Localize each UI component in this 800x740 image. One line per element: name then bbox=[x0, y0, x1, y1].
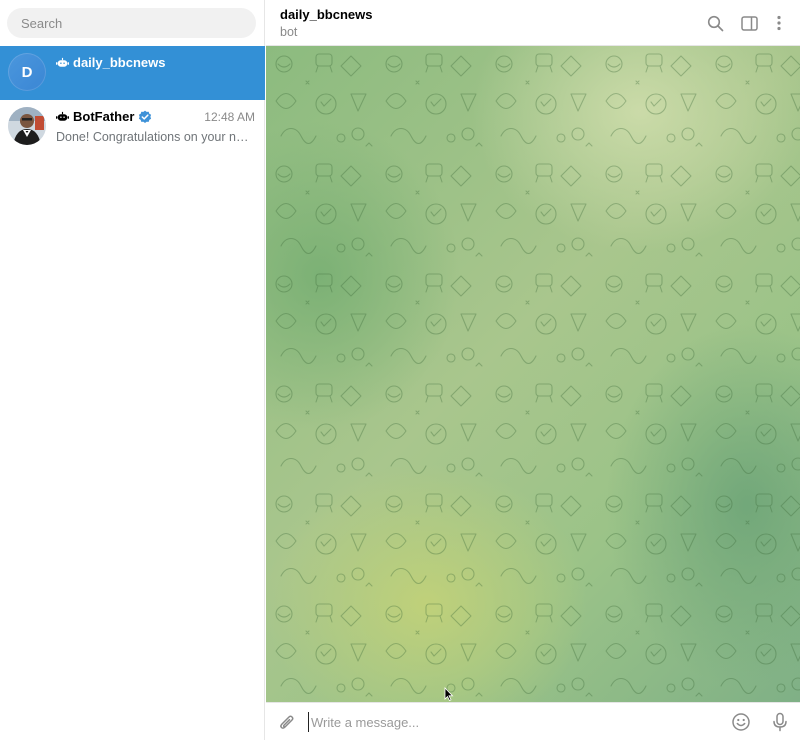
more-vertical-icon bbox=[777, 15, 781, 31]
chat-item-daily-bbcnews[interactable]: D daily_bbcnews bbox=[0, 46, 265, 100]
chat-name: BotFather bbox=[73, 109, 135, 124]
chat-title[interactable]: daily_bbcnews bbox=[280, 7, 372, 22]
chat-background bbox=[266, 46, 800, 702]
message-composer bbox=[266, 702, 800, 740]
bot-icon bbox=[56, 57, 69, 67]
botfather-avatar-image bbox=[8, 107, 46, 145]
chat-name-row: daily_bbcnews bbox=[56, 55, 165, 70]
doodle-pattern bbox=[266, 46, 800, 702]
avatar: D bbox=[8, 53, 46, 91]
microphone-icon[interactable] bbox=[770, 712, 790, 732]
search-icon bbox=[707, 15, 723, 31]
chat-preview: Done! Congratulations on your new ... bbox=[56, 130, 254, 144]
chat-item-botfather[interactable]: BotFather 12:48 AM Done! Congratulations… bbox=[0, 100, 265, 154]
chat-name: daily_bbcnews bbox=[73, 55, 166, 70]
verified-icon bbox=[139, 110, 152, 123]
more-button[interactable] bbox=[769, 13, 789, 33]
chat-time: 12:48 AM bbox=[204, 110, 255, 124]
sidebar-toggle-button[interactable] bbox=[739, 13, 759, 33]
paperclip-icon[interactable] bbox=[277, 713, 297, 733]
bot-icon bbox=[56, 111, 69, 121]
search-input[interactable] bbox=[7, 8, 256, 38]
chat-subtitle: bot bbox=[280, 25, 298, 39]
avatar bbox=[8, 107, 46, 145]
mouse-cursor-icon bbox=[444, 687, 454, 701]
search-button[interactable] bbox=[705, 13, 725, 33]
message-input[interactable] bbox=[308, 712, 708, 732]
emoji-icon[interactable] bbox=[731, 712, 751, 732]
chat-name-row: BotFather bbox=[56, 109, 152, 124]
search-container bbox=[0, 0, 264, 46]
chat-header: daily_bbcnews bot bbox=[266, 0, 800, 46]
sidebar-toggle-icon bbox=[740, 15, 758, 31]
chat-list-sidebar: D daily_bbcnews bbox=[0, 0, 265, 740]
